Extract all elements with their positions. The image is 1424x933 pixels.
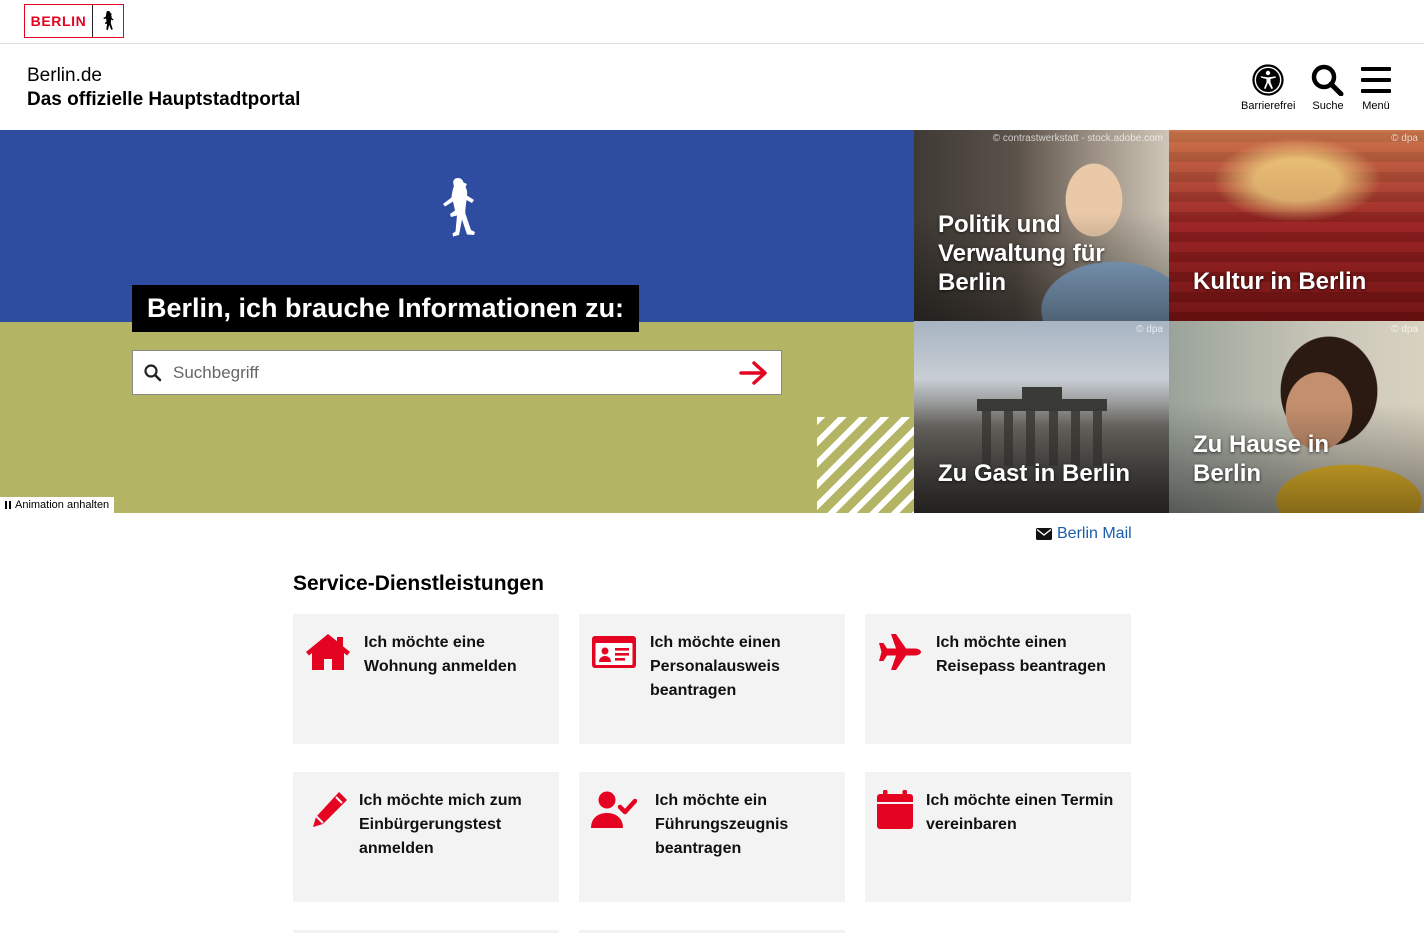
- tile-shade: [914, 403, 1169, 513]
- hero-search-input[interactable]: [173, 351, 726, 394]
- tile-zu-gast[interactable]: © dpa Zu Gast in Berlin: [914, 321, 1169, 513]
- service-label: Ich möchte einen Reisepass beantragen: [936, 634, 1106, 675]
- tile-title: Zu Hause in Berlin: [1193, 431, 1330, 487]
- logo-wordmark: BERLIN: [25, 5, 93, 37]
- service-label: Ich möchte mich zum Einbürgerungstest an…: [359, 792, 522, 857]
- tile-kultur[interactable]: © dpa Kultur in Berlin: [1169, 130, 1424, 322]
- accessibility-icon: [1252, 64, 1284, 96]
- image-credit: © dpa: [1391, 133, 1418, 144]
- accessibility-label: Barrierefrei: [1241, 100, 1296, 112]
- service-label: Ich möchte einen Termin vereinbaren: [926, 792, 1114, 833]
- site-tagline: Das offizielle Hauptstadtportal: [27, 89, 301, 110]
- hero-search-area: Berlin, ich brauche Informationen zu: An…: [0, 130, 914, 513]
- bear-logo-icon: [93, 5, 123, 37]
- image-credit: © contrastwerkstatt - stock.adobe.com: [992, 133, 1163, 144]
- animation-toggle-label: Animation anhalten: [15, 499, 110, 511]
- berlin-mail-label: Berlin Mail: [1057, 525, 1132, 542]
- tile-title: Politik und Verwaltung für Berlin: [938, 211, 1105, 296]
- pause-icon: [5, 501, 11, 509]
- user-check-icon: [591, 791, 637, 828]
- services-heading: Service-Dienstleistungen: [293, 572, 544, 595]
- tile-title: Kultur in Berlin: [1193, 268, 1367, 295]
- hamburger-menu-icon: [1361, 67, 1391, 93]
- hero-claim: Berlin, ich brauche Informationen zu:: [132, 285, 640, 332]
- accessibility-button[interactable]: Barrierefrei: [1241, 64, 1295, 112]
- tile-title: Zu Gast in Berlin: [938, 460, 1131, 487]
- top-logo-bar: BERLIN: [0, 0, 1424, 44]
- search-field-icon: [133, 363, 173, 382]
- site-title[interactable]: Berlin.de Das offizielle Hauptstadtporta…: [27, 64, 300, 112]
- tile-politik-verwaltung[interactable]: © contrastwerkstatt - stock.adobe.com Po…: [914, 130, 1169, 322]
- service-card-einbuergerungstest[interactable]: Ich möchte mich zum Einbürgerungstest an…: [293, 772, 559, 902]
- id-card-icon: [592, 636, 636, 668]
- calendar-icon: [877, 790, 913, 829]
- tile-zu-hause[interactable]: © dpa Zu Hause in Berlin: [1169, 321, 1424, 513]
- site-name: Berlin.de: [27, 65, 102, 86]
- berlin-bear-icon: [428, 176, 482, 261]
- image-credit: © dpa: [1391, 324, 1418, 335]
- arrow-right-icon: [738, 360, 767, 385]
- service-card-reisepass[interactable]: Ich möchte einen Reisepass beantragen: [865, 614, 1131, 744]
- service-card-fuehrungszeugnis[interactable]: Ich möchte ein Führungszeugnis beantrage…: [579, 772, 845, 902]
- search-button[interactable]: Suche: [1311, 64, 1345, 112]
- site-header: Berlin.de Das offizielle Hauptstadtporta…: [0, 44, 1424, 130]
- service-card-personalausweis[interactable]: Ich möchte einen Personalausweis beantra…: [579, 614, 845, 744]
- service-card-wohnung[interactable]: Ich möchte eine Wohnung anmelden: [293, 614, 559, 744]
- berlin-mail-link[interactable]: Berlin Mail: [1036, 525, 1132, 543]
- search-submit-button[interactable]: [726, 351, 781, 394]
- search-label: Suche: [1312, 100, 1344, 112]
- image-credit: © dpa: [1136, 324, 1163, 335]
- menu-label: Menü: [1362, 100, 1390, 112]
- hero-search-box: [132, 350, 782, 395]
- service-label: Ich möchte eine Wohnung anmelden: [364, 634, 517, 675]
- airplane-icon: [879, 634, 921, 670]
- berlin-logo[interactable]: BERLIN: [24, 4, 124, 38]
- decorative-stripes: [817, 417, 914, 513]
- pencil-icon: [313, 792, 347, 827]
- search-icon: [1311, 64, 1344, 96]
- service-label: Ich möchte einen Personalausweis beantra…: [650, 634, 781, 699]
- menu-button[interactable]: Menü: [1361, 64, 1391, 112]
- animation-toggle-button[interactable]: Animation anhalten: [0, 497, 115, 513]
- envelope-icon: [1036, 528, 1052, 540]
- house-icon: [306, 634, 350, 670]
- service-card-termin[interactable]: Ich möchte einen Termin vereinbaren: [865, 772, 1131, 902]
- service-label: Ich möchte ein Führungszeugnis beantrage…: [655, 792, 789, 857]
